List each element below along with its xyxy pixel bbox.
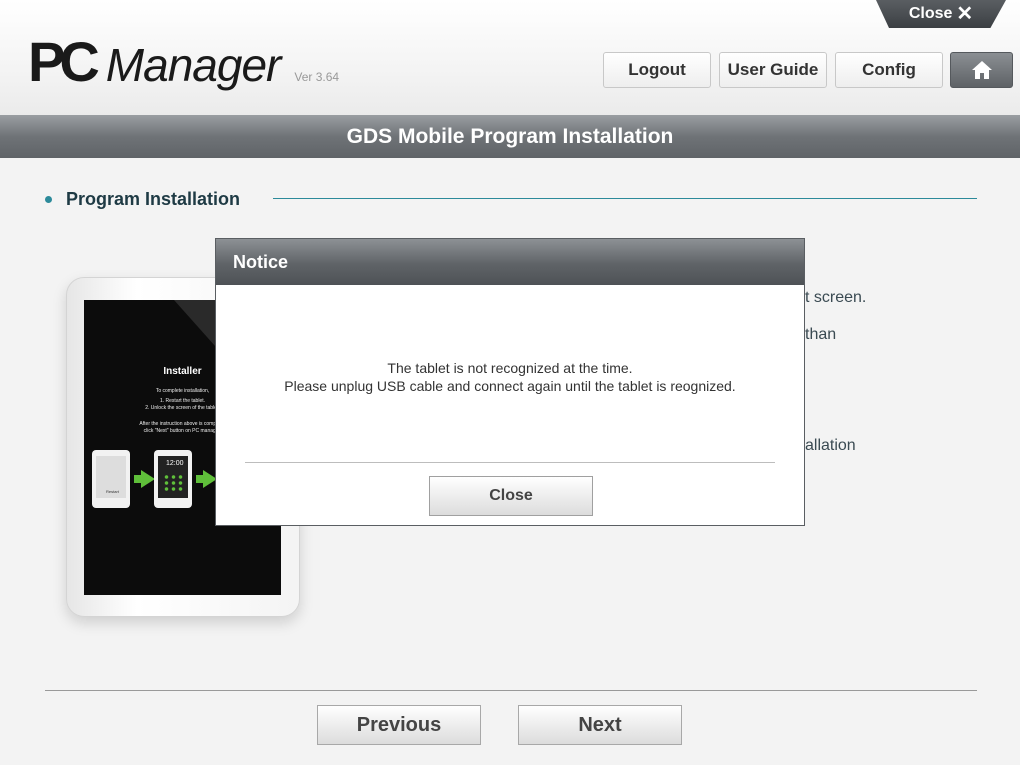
logout-button[interactable]: Logout <box>603 52 711 88</box>
mini-tablet-restart: Restart <box>92 450 130 508</box>
dialog-message-line: Please unplug USB cable and connect agai… <box>284 378 736 394</box>
dialog-close-button[interactable]: Close <box>429 476 593 516</box>
section-divider <box>273 198 977 199</box>
section-title: Program Installation <box>66 189 241 209</box>
next-button[interactable]: Next <box>518 705 682 745</box>
dialog-message-line: The tablet is not recognized at the time… <box>387 360 633 376</box>
close-icon: ✕ <box>956 3 974 25</box>
page-title: GDS Mobile Program Installation <box>346 124 674 148</box>
notice-dialog: Notice The tablet is not recognized at t… <box>215 238 805 526</box>
instruction-text: t screen. <box>805 289 867 306</box>
logo-pc-text: PC <box>28 30 100 93</box>
dialog-message: The tablet is not recognized at the time… <box>216 359 804 395</box>
arrow-right-icon <box>141 470 155 488</box>
close-label: Close <box>908 5 953 22</box>
dialog-header: Notice <box>216 239 804 285</box>
mini-tablet-unlock: 12:00 <box>154 450 192 508</box>
app-logo: PC Manager Ver 3.64 <box>28 30 340 93</box>
logo-manager-text: Manager <box>105 39 282 91</box>
home-icon <box>971 61 992 79</box>
dialog-title: Notice <box>233 251 289 272</box>
home-button[interactable] <box>950 52 1013 88</box>
version-label: Ver 3.64 <box>294 70 340 84</box>
app-close-button[interactable]: Close ✕ <box>876 0 1006 28</box>
previous-button[interactable]: Previous <box>317 705 481 745</box>
instruction-text: allation <box>805 437 856 454</box>
user-guide-button[interactable]: User Guide <box>719 52 827 88</box>
section-bullet <box>45 196 52 203</box>
lock-time: 12:00 <box>166 460 184 467</box>
footer-divider <box>45 690 977 691</box>
config-button[interactable]: Config <box>835 52 943 88</box>
restart-label: Restart <box>106 489 119 494</box>
dialog-divider <box>245 462 775 463</box>
instruction-text: than <box>805 326 837 343</box>
unlock-pattern-icon <box>163 474 183 492</box>
app-header: Close ✕ PC Manager Ver 3.64 Logout User … <box>0 0 1020 116</box>
page-title-bar: GDS Mobile Program Installation <box>0 115 1020 158</box>
